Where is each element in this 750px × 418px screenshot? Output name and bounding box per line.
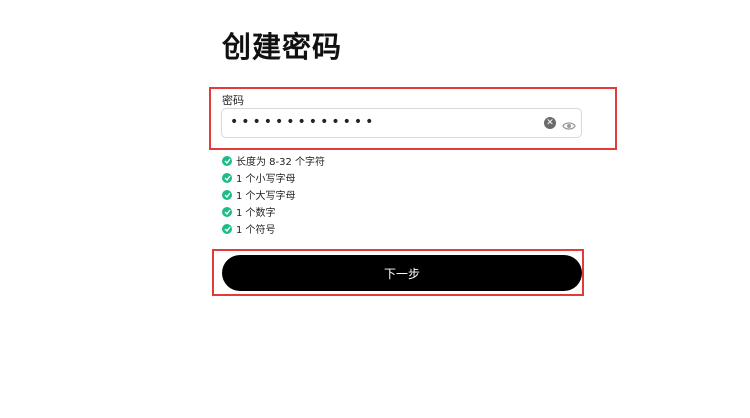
check-circle-icon [222, 189, 232, 200]
requirement-item: 1 个大写字母 [222, 186, 325, 203]
requirement-text: 1 个数字 [236, 208, 276, 219]
next-button[interactable]: 下一步 [222, 255, 582, 291]
clear-icon[interactable]: ✕ [544, 117, 556, 129]
password-label: 密码 [222, 94, 244, 107]
check-circle-icon [222, 155, 232, 166]
requirement-item: 1 个小写字母 [222, 169, 325, 186]
requirement-item: 长度为 8-32 个字符 [222, 152, 325, 169]
check-circle-icon [222, 223, 232, 234]
requirement-text: 1 个符号 [236, 225, 276, 236]
check-circle-icon [222, 206, 232, 217]
requirement-text: 1 个小写字母 [236, 174, 296, 185]
page-title: 创建密码 [222, 30, 343, 64]
password-masked-value: ••••••••••••• [230, 114, 377, 130]
requirement-item: 1 个符号 [222, 220, 325, 237]
eye-icon[interactable] [562, 117, 576, 130]
requirement-text: 长度为 8-32 个字符 [236, 157, 326, 168]
password-input[interactable]: ••••••••••••• ✕ [221, 108, 582, 138]
requirement-item: 1 个数字 [222, 203, 325, 220]
requirement-text: 1 个大写字母 [236, 191, 296, 202]
password-requirements: 长度为 8-32 个字符 1 个小写字母 1 个大写字母 1 个数字 1 个符号 [222, 152, 325, 237]
check-circle-icon [222, 172, 232, 183]
